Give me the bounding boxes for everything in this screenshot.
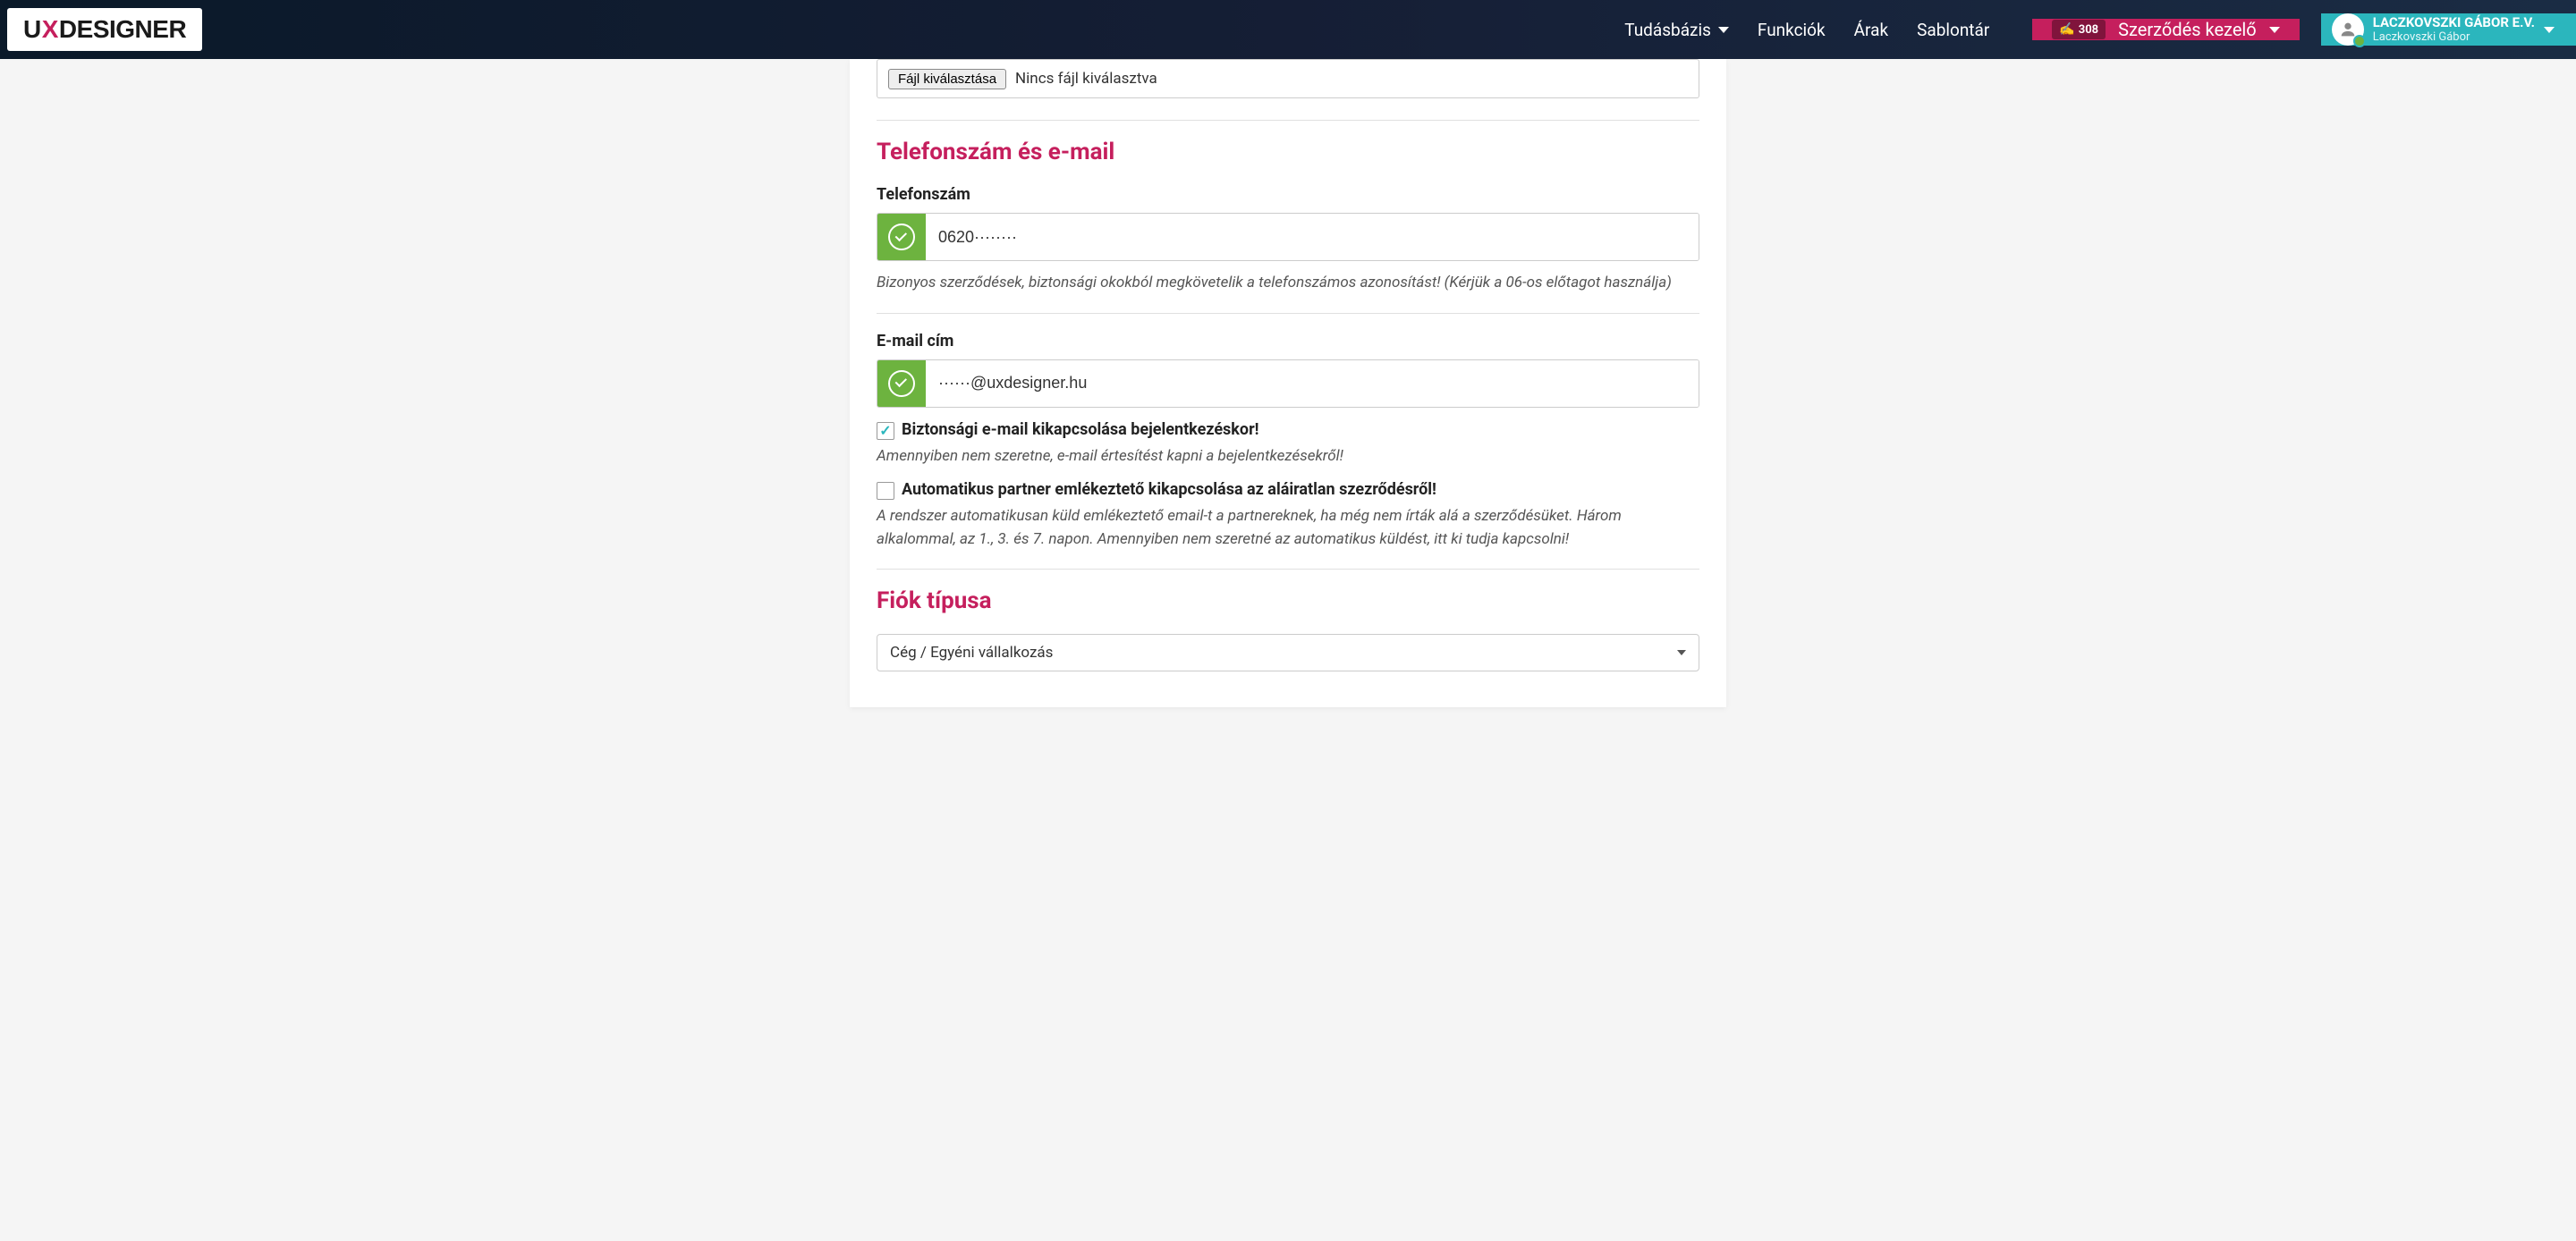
security-email-checkbox-row: Biztonsági e-mail kikapcsolása bejelentk… — [877, 420, 1699, 440]
check-circle-icon — [888, 224, 915, 250]
contract-count: 308 — [2079, 23, 2098, 37]
phone-input-group — [877, 213, 1699, 261]
file-status-text: Nincs fájl kiválasztva — [1015, 70, 1157, 88]
status-dot-icon — [2353, 35, 2366, 47]
account-type-select[interactable]: Cég / Egyéni vállalkozás — [877, 634, 1699, 671]
nav-templates-label: Sablontár — [1917, 20, 1989, 40]
logo[interactable]: UXDESIGNER — [7, 8, 202, 51]
check-mark-icon — [895, 229, 907, 241]
logo-u: U — [23, 15, 41, 43]
nav-contract-manager[interactable]: ✍ 308 Szerződés kezelő — [2032, 19, 2299, 40]
logo-wrap: UXDESIGNER — [0, 0, 202, 59]
nav-pricing-label: Árak — [1854, 20, 1888, 40]
chevron-down-icon — [1677, 650, 1686, 655]
nav-knowledge-label: Tudásbázis — [1624, 20, 1711, 40]
form-card: Fájl kiválasztása Nincs fájl kiválasztva… — [850, 59, 1726, 707]
nav-knowledge[interactable]: Tudásbázis — [1621, 20, 1733, 40]
account-type-value: Cég / Egyéni vállalkozás — [890, 644, 1677, 662]
signature-icon: ✍ — [2059, 22, 2074, 37]
nav-contract-label: Szerződés kezelő — [2118, 19, 2257, 40]
chevron-down-icon — [2269, 27, 2280, 33]
divider — [877, 313, 1699, 314]
phone-label: Telefonszám — [877, 185, 1699, 204]
nav-user-menu[interactable]: LACZKOVSZKI GÁBOR E.V. Laczkovszki Gábor — [2321, 13, 2576, 46]
page: Fájl kiválasztása Nincs fájl kiválasztva… — [0, 59, 2576, 707]
reminder-hint: A rendszer automatikusan küld emlékeztet… — [877, 505, 1699, 551]
section-contact-title: Telefonszám és e-mail — [877, 139, 1699, 165]
security-email-checkbox[interactable] — [877, 422, 894, 440]
check-circle-icon — [888, 370, 915, 397]
contract-badge: ✍ 308 — [2052, 20, 2106, 39]
chevron-down-icon — [1718, 27, 1729, 33]
top-navbar: UXDESIGNER Tudásbázis Funkciók Árak Sabl… — [0, 0, 2576, 59]
email-input[interactable] — [926, 360, 1699, 407]
email-label: E-mail cím — [877, 332, 1699, 350]
email-valid-indicator — [877, 360, 926, 407]
reminder-checkbox-row: Automatikus partner emlékeztető kikapcso… — [877, 480, 1699, 500]
reminder-checkbox[interactable] — [877, 482, 894, 500]
nav-items: Tudásbázis Funkciók Árak Sablontár ✍ 308… — [1621, 0, 2576, 59]
avatar — [2332, 13, 2364, 46]
user-texts: LACZKOVSZKI GÁBOR E.V. Laczkovszki Gábor — [2373, 14, 2535, 45]
nav-spacer — [202, 0, 1621, 59]
logo-rest: DESIGNER — [59, 15, 186, 43]
nav-templates[interactable]: Sablontár — [1913, 20, 1993, 40]
divider — [877, 569, 1699, 570]
user-name: LACZKOVSZKI GÁBOR E.V. — [2373, 14, 2535, 30]
section-account-title: Fiók típusa — [877, 587, 1699, 614]
phone-hint: Bizonyos szerződések, biztonsági okokból… — [877, 272, 1699, 295]
file-choose-button[interactable]: Fájl kiválasztása — [888, 69, 1006, 89]
security-email-label: Biztonsági e-mail kikapcsolása bejelentk… — [902, 420, 1259, 439]
phone-input[interactable] — [926, 214, 1699, 260]
nav-features-label: Funkciók — [1758, 20, 1826, 40]
reminder-label: Automatikus partner emlékeztető kikapcso… — [902, 480, 1436, 499]
check-mark-icon — [895, 376, 907, 387]
file-input-row[interactable]: Fájl kiválasztása Nincs fájl kiválasztva — [877, 59, 1699, 98]
security-email-hint: Amennyiben nem szeretne, e-mail értesíté… — [877, 445, 1699, 469]
phone-valid-indicator — [877, 214, 926, 260]
email-input-group — [877, 359, 1699, 408]
user-subname: Laczkovszki Gábor — [2373, 30, 2535, 45]
nav-pricing[interactable]: Árak — [1851, 20, 1892, 40]
chevron-down-icon — [2544, 27, 2555, 33]
logo-x: X — [42, 15, 58, 43]
nav-features[interactable]: Funkciók — [1754, 20, 1829, 40]
divider — [877, 120, 1699, 121]
